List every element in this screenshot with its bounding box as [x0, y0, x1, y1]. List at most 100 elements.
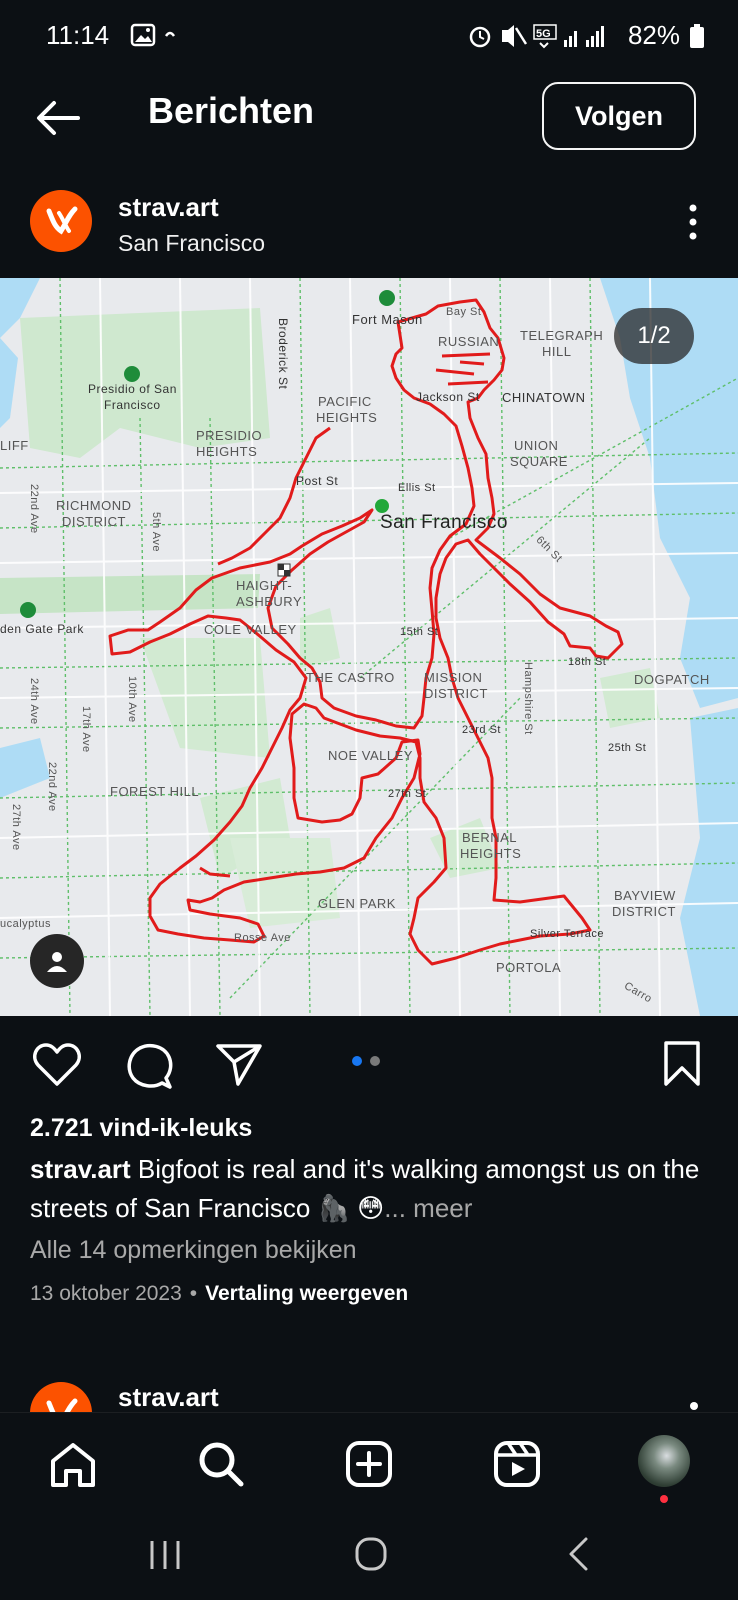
notification-icons — [130, 22, 190, 53]
home-button-icon[interactable] — [354, 1536, 388, 1577]
map-label: Jackson St — [416, 390, 480, 404]
map-label: Silver Terrace — [530, 928, 605, 940]
translate-link[interactable]: Vertaling weergeven — [205, 1282, 408, 1305]
post-caption[interactable]: strav.art Bigfoot is real and it's walki… — [30, 1150, 720, 1228]
carousel-dot — [370, 1056, 380, 1066]
map-label: San Francisco — [380, 512, 508, 533]
map-label: RUSSIAN — [438, 334, 500, 349]
follow-button[interactable]: Volgen — [542, 82, 696, 150]
post-header: strav.art San Francisco — [0, 172, 738, 278]
map-label: CHINATOWN — [502, 390, 586, 405]
separator: • — [189, 1282, 198, 1305]
map-label: UNION — [514, 438, 559, 453]
map-label: BAYVIEW — [614, 888, 676, 903]
carousel-indicator — [352, 1056, 380, 1066]
map-label: 23rd St — [462, 724, 501, 736]
like-count[interactable]: 2.721 vind-ik-leuks — [30, 1114, 252, 1143]
more-vertical-icon[interactable] — [690, 1402, 698, 1410]
user-tag-icon[interactable] — [30, 934, 84, 988]
back-arrow-icon[interactable] — [34, 94, 82, 142]
map-label: den Gate Park — [0, 622, 84, 636]
post-location[interactable]: San Francisco — [118, 230, 265, 257]
reels-icon[interactable] — [492, 1439, 542, 1494]
map-label: Bay St — [446, 306, 482, 318]
map-label: 25th St — [608, 742, 647, 754]
map-label: COLE VALLEY — [204, 622, 297, 637]
map-label: Presidio of San — [88, 382, 177, 396]
strava-logo-icon — [30, 190, 92, 252]
map-label: Ellis St — [398, 482, 436, 494]
map-label: ucalyptus — [0, 918, 51, 930]
map-label: Hampshire St — [522, 662, 534, 735]
more-vertical-icon[interactable] — [686, 202, 700, 242]
map-label: FOREST HILL — [110, 784, 200, 799]
map-label: SQUARE — [510, 454, 568, 469]
map-label: HEIGHTS — [316, 410, 378, 425]
map-label: THE CASTRO — [306, 670, 395, 685]
map-label: Francisco — [104, 398, 161, 412]
account-name[interactable]: strav.art — [118, 192, 219, 223]
map-label: 27th Ave — [10, 804, 22, 851]
strava-logo-icon — [30, 1382, 92, 1412]
map-label: MISSION — [424, 670, 483, 685]
caption-more-link[interactable]: ... meer — [384, 1193, 472, 1223]
map-label: HILL — [542, 344, 572, 359]
create-icon[interactable] — [344, 1439, 394, 1494]
profile-avatar[interactable] — [638, 1435, 690, 1487]
post-image-map[interactable]: Fort Mason Bay St RUSSIAN TELEGRAPH HILL… — [0, 278, 738, 1016]
map-label: DISTRICT — [62, 514, 126, 529]
map-label: 15th St — [400, 626, 439, 638]
back-button-icon[interactable] — [566, 1536, 590, 1577]
page-title: Berichten — [148, 90, 315, 131]
map-label: 22nd Ave — [28, 484, 40, 534]
post-date: 13 oktober 2023 — [30, 1282, 182, 1305]
map-label: 24th Ave — [28, 678, 40, 725]
map-label: HAIGHT- — [236, 578, 293, 593]
comment-icon[interactable] — [124, 1042, 174, 1095]
map-label: Broderick St — [276, 318, 290, 390]
next-post-header: strav.art — [0, 1376, 738, 1412]
map-label: Post St — [296, 474, 339, 488]
status-bar: 11:14 5G 82% — [0, 0, 738, 72]
map-label: RICHMOND — [56, 498, 132, 513]
post-actions — [0, 1016, 738, 1116]
status-time: 11:14 — [46, 20, 110, 50]
status-icons: 5G — [469, 23, 604, 48]
map-label: 17th Ave — [80, 706, 92, 753]
map-label: HEIGHTS — [196, 444, 258, 459]
account-avatar[interactable] — [30, 1382, 92, 1412]
bookmark-icon[interactable] — [662, 1040, 702, 1093]
account-avatar[interactable] — [30, 190, 92, 252]
map-label: ASHBURY — [236, 594, 303, 609]
send-icon[interactable] — [214, 1040, 264, 1093]
map-label: 10th Ave — [126, 676, 138, 723]
battery-percent: 82% — [627, 20, 680, 50]
home-icon[interactable] — [48, 1441, 98, 1494]
map-label: 22nd Ave — [46, 762, 58, 812]
map-label: PRESIDIO — [196, 428, 263, 443]
view-comments-link[interactable]: Alle 14 opmerkingen bekijken — [30, 1236, 357, 1265]
account-name[interactable]: strav.art — [118, 1382, 219, 1412]
svg-text:5G: 5G — [536, 28, 551, 40]
post-meta: 13 oktober 2023 • Vertaling weergeven — [30, 1282, 408, 1306]
top-header: Berichten Volgen — [0, 72, 738, 172]
heart-icon[interactable] — [32, 1042, 82, 1093]
map-label: HEIGHTS — [460, 846, 522, 861]
system-navigation — [0, 1516, 738, 1600]
battery-icon — [690, 23, 704, 48]
image-counter-badge: 1/2 — [614, 308, 694, 364]
search-icon[interactable] — [196, 1439, 246, 1494]
map-label: 5th Ave — [150, 512, 162, 552]
status-right: 5G 82% — [468, 20, 704, 51]
map-label: Fort Mason — [352, 312, 423, 327]
map-label: LIFF — [0, 438, 29, 453]
map-label: GLEN PARK — [318, 896, 396, 911]
map-label: DISTRICT — [424, 686, 488, 701]
map-label: DOGPATCH — [634, 672, 710, 687]
recent-apps-icon[interactable] — [148, 1538, 182, 1577]
map-label: DISTRICT — [612, 904, 676, 919]
map-label: BERNAL — [462, 830, 518, 845]
caption-username[interactable]: strav.art — [30, 1154, 131, 1184]
map-label: PORTOLA — [496, 960, 562, 975]
map-label: PACIFIC — [318, 394, 372, 409]
